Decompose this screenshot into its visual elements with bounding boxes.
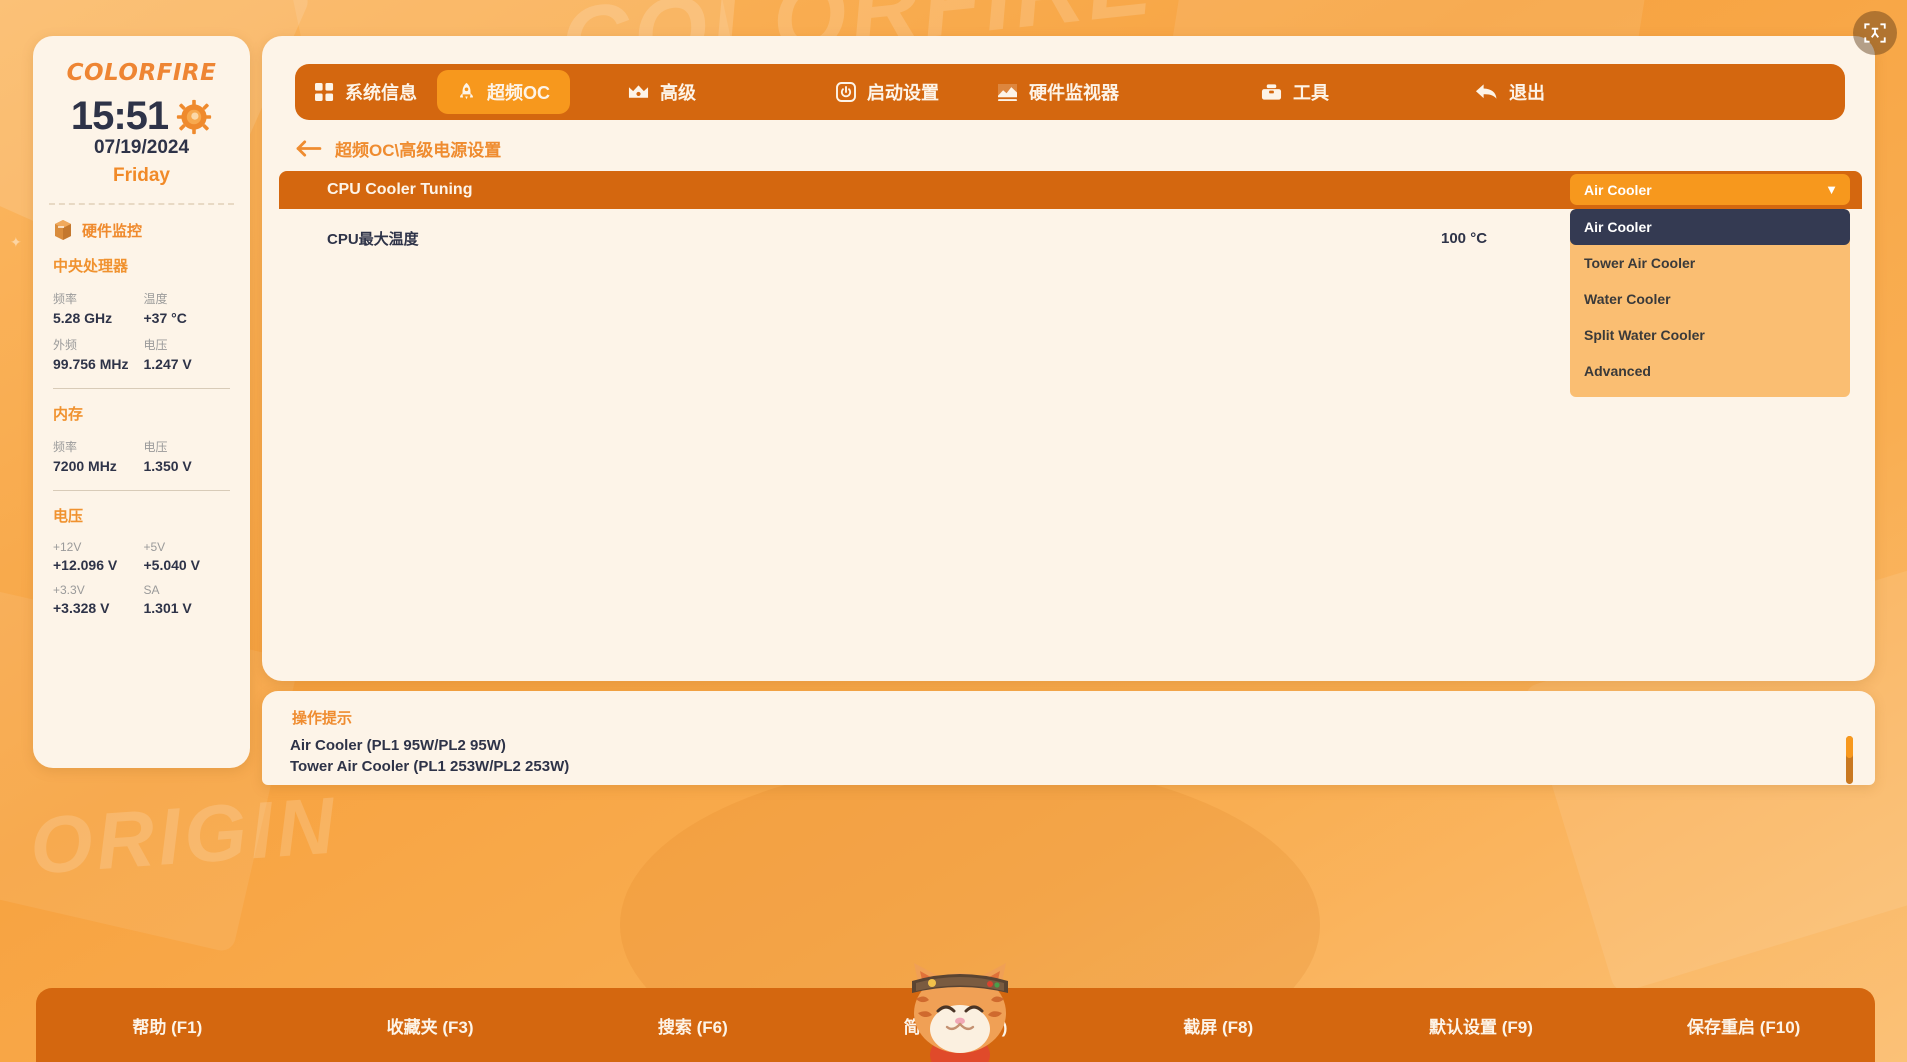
- dropdown-option-air-cooler[interactable]: Air Cooler: [1570, 209, 1850, 245]
- main-panel: 系统信息 超频OC 高级: [262, 36, 1875, 681]
- hw-entry-label: 电压: [144, 336, 235, 353]
- nav-item-label: 启动设置: [867, 79, 939, 105]
- nav-item-exit[interactable]: 退出: [1455, 70, 1565, 114]
- rocket-icon: [457, 82, 476, 102]
- tips-title: 操作提示: [292, 707, 352, 728]
- breadcrumb[interactable]: 超频OC\高级电源设置: [295, 136, 501, 161]
- fn-save-reboot-f10[interactable]: 保存重启 (F10): [1612, 1013, 1875, 1038]
- hw-entry-value: 1.350 V: [144, 458, 235, 474]
- tips-body: Air Cooler (PL1 95W/PL2 95W) Tower Air C…: [290, 735, 569, 777]
- hw-entry-value: +12.096 V: [53, 557, 144, 573]
- nav-item-overclock[interactable]: 超频OC: [437, 70, 570, 114]
- divider: [49, 203, 234, 205]
- dropdown-option-tower-air-cooler[interactable]: Tower Air Cooler: [1570, 245, 1850, 281]
- arrow-left-icon: [295, 139, 322, 158]
- hw-group-title-voltage: 电压: [49, 505, 234, 526]
- setting-row-value: 100 °C: [1441, 230, 1487, 247]
- hw-entry-label: +12V: [53, 540, 144, 554]
- operation-tips-panel: 操作提示 Air Cooler (PL1 95W/PL2 95W) Tower …: [262, 691, 1875, 785]
- hw-entry-label: 频率: [53, 438, 144, 455]
- nav-item-label: 高级: [660, 79, 696, 105]
- hw-entry-label: 频率: [53, 290, 144, 307]
- top-navigation-bar: 系统信息 超频OC 高级: [295, 64, 1845, 120]
- fn-favorites-f3[interactable]: 收藏夹 (F3): [299, 1013, 562, 1038]
- nav-item-tools[interactable]: 工具: [1241, 70, 1349, 114]
- hw-entry-value: +5.040 V: [144, 557, 235, 573]
- breadcrumb-text: 超频OC\高级电源设置: [335, 136, 501, 161]
- nav-item-advanced[interactable]: 高级: [608, 70, 716, 114]
- hw-group-title-memory: 内存: [49, 403, 234, 424]
- hw-entry-value: 99.756 MHz: [53, 356, 144, 372]
- function-key-bar: 帮助 (F1) 收藏夹 (F3) 搜索 (F6) 简易模式 (F7) 截屏 (F…: [36, 988, 1875, 1062]
- hw-group-title-cpu: 中央处理器: [49, 255, 234, 276]
- gear-icon: [176, 99, 212, 135]
- hw-entry-label: +3.3V: [53, 583, 144, 597]
- setting-row-label: CPU最大温度: [327, 228, 419, 249]
- nav-item-hardware-monitor[interactable]: 硬件监视器: [977, 70, 1139, 114]
- hw-entry-value: 7200 MHz: [53, 458, 144, 474]
- dropdown-option-water-cooler[interactable]: Water Cooler: [1570, 281, 1850, 317]
- hardware-monitor-label: 硬件监控: [82, 220, 142, 241]
- cpu-cooler-dropdown[interactable]: Air Cooler ▼ Air Cooler Tower Air Cooler…: [1570, 174, 1850, 397]
- hw-entry-value: +3.328 V: [53, 600, 144, 616]
- hw-entry-label: 电压: [144, 438, 235, 455]
- tips-scrollbar-thumb[interactable]: [1846, 736, 1853, 758]
- hw-entry-label: 外频: [53, 336, 144, 353]
- divider: [53, 490, 230, 491]
- hw-entry-value: +37 °C: [144, 310, 235, 326]
- nav-item-label: 工具: [1293, 79, 1329, 105]
- tips-line: Air Cooler (PL1 95W/PL2 95W): [290, 735, 569, 756]
- fn-screenshot-f8[interactable]: 截屏 (F8): [1087, 1013, 1350, 1038]
- language-icon: [1862, 20, 1888, 46]
- fn-defaults-f9[interactable]: 默认设置 (F9): [1350, 1013, 1613, 1038]
- hardware-monitor-header: 硬件监控: [49, 219, 234, 241]
- fn-help-f1[interactable]: 帮助 (F1): [36, 1013, 299, 1038]
- hw-entry-value: 1.301 V: [144, 600, 235, 616]
- nav-item-label: 系统信息: [345, 79, 417, 105]
- tips-scrollbar[interactable]: [1846, 736, 1853, 784]
- chevron-down-icon: ▼: [1825, 182, 1838, 197]
- hw-entry-label: +5V: [144, 540, 235, 554]
- sparkle-icon: ✦: [10, 235, 22, 249]
- power-icon: [836, 82, 856, 102]
- dropdown-button[interactable]: Air Cooler ▼: [1570, 174, 1850, 205]
- dropdown-selected-value: Air Cooler: [1584, 182, 1652, 198]
- fn-easy-mode-f7[interactable]: 简易模式 (F7): [824, 1013, 1087, 1038]
- back-arrow-icon: [1475, 82, 1498, 102]
- tips-line: Tower Air Cooler (PL1 253W/PL2 253W): [290, 756, 569, 777]
- hw-group-cpu: 频率 温度 5.28 GHz +37 °C 外频 电压 99.756 MHz 1…: [49, 282, 234, 372]
- clock-weekday: Friday: [49, 165, 234, 187]
- divider: [53, 388, 230, 389]
- hw-entry-value: 1.247 V: [144, 356, 235, 372]
- nav-item-boot-settings[interactable]: 启动设置: [816, 70, 959, 114]
- nav-item-system-info[interactable]: 系统信息: [295, 70, 437, 114]
- toolbox-icon: [1261, 83, 1282, 101]
- grid-icon: [315, 83, 334, 102]
- brand-logo: COLORFIRE: [49, 60, 234, 86]
- clock-date: 07/19/2024: [49, 137, 234, 159]
- hardware-box-icon: [53, 219, 73, 241]
- clock-time: 15:51: [71, 94, 168, 139]
- setting-row-label: CPU Cooler Tuning: [327, 181, 472, 199]
- chart-icon: [997, 83, 1018, 102]
- clock: 15:51: [49, 94, 234, 139]
- fn-search-f6[interactable]: 搜索 (F6): [561, 1013, 824, 1038]
- hw-entry-label: SA: [144, 583, 235, 597]
- nav-item-label: 硬件监视器: [1029, 79, 1119, 105]
- hw-entry-value: 5.28 GHz: [53, 310, 144, 326]
- crown-icon: [628, 84, 649, 101]
- sidebar: COLORFIRE 15:51 07/19/2024 Frida: [33, 36, 250, 768]
- dropdown-option-advanced[interactable]: Advanced: [1570, 353, 1850, 389]
- dropdown-option-list: Air Cooler Tower Air Cooler Water Cooler…: [1570, 209, 1850, 397]
- dropdown-option-split-water-cooler[interactable]: Split Water Cooler: [1570, 317, 1850, 353]
- hw-group-memory: 频率 电压 7200 MHz 1.350 V: [49, 430, 234, 474]
- nav-item-label: 退出: [1509, 79, 1545, 105]
- hw-entry-label: 温度: [144, 290, 235, 307]
- hw-group-voltage: +12V +5V +12.096 V +5.040 V +3.3V SA +3.…: [49, 532, 234, 616]
- nav-item-label: 超频OC: [487, 79, 550, 105]
- language-switch-button[interactable]: [1853, 11, 1897, 55]
